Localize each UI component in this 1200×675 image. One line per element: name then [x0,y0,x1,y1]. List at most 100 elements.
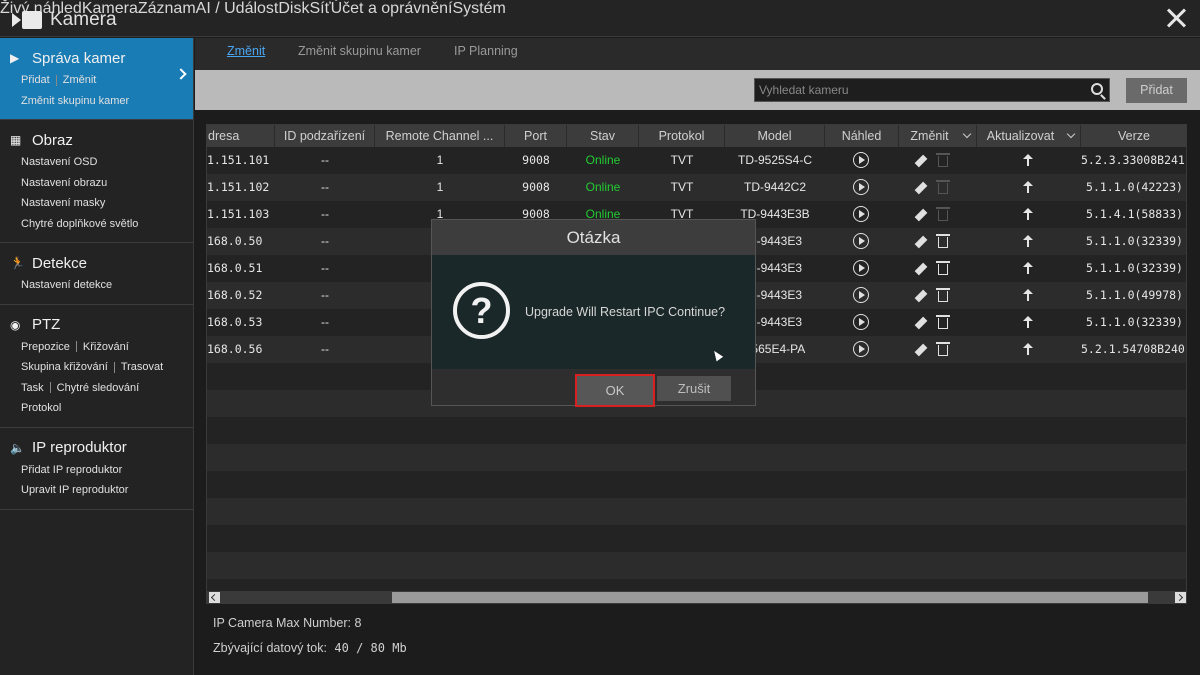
sidebar-item[interactable]: Změnit skupinu kamer [21,95,129,107]
trash-delete-icon [936,180,950,194]
remaining-bitrate: Zbývající datový tok: 40 / 80 Mb [213,641,407,655]
nav-item-ai-event[interactable]: AI / Událost [196,0,279,17]
subtab-ip-planning[interactable]: IP Planning [454,44,518,58]
sidebar-section-header[interactable]: ▦ Obraz [0,128,193,152]
upgrade-arrow-icon[interactable] [1023,343,1033,355]
sidebar-item[interactable]: Chytré sledování [57,382,140,394]
nav-item-system[interactable]: Systém [452,0,505,17]
column-header-preview[interactable]: Náhled [825,125,899,147]
table-header: dresa ID podzařízení Remote Channel ... Por… [207,125,1186,147]
trash-delete-icon[interactable] [936,315,950,329]
sidebar-item[interactable]: Upravit IP reproduktor [21,484,128,496]
camera-icon: ▶ [10,51,20,65]
column-header-sub-id[interactable]: ID podzařízení [275,125,375,147]
column-header-upgrade[interactable]: Aktualizovat [977,125,1081,147]
play-preview-icon[interactable] [853,179,869,195]
upgrade-arrow-icon[interactable] [1023,208,1033,220]
table-row [207,417,1186,444]
play-preview-icon[interactable] [853,314,869,330]
table-row[interactable]: 1.151.102 -- 1 9008 Online TVT TD-9442C2 5.1.1.… [207,174,1186,201]
pencil-edit-icon[interactable] [914,234,929,249]
sidebar-item[interactable]: Chytré doplňkové světlo [21,218,138,230]
pencil-edit-icon[interactable] [914,261,929,276]
play-preview-icon[interactable] [853,260,869,276]
add-button[interactable]: Přidat [1126,78,1187,103]
trash-delete-icon[interactable] [936,234,950,248]
cancel-button[interactable]: Zrušit [657,376,731,401]
sidebar-item[interactable]: Nastavení detekce [21,279,112,291]
upgrade-arrow-icon[interactable] [1023,289,1033,301]
sidebar-item[interactable]: Prepozice [21,341,70,353]
pencil-edit-icon[interactable] [914,180,929,195]
search-input[interactable]: Vyhledat kameru [754,78,1110,102]
sidebar-item[interactable]: Nastavení masky [21,197,105,209]
cell-sub_id: -- [321,153,329,167]
close-icon[interactable] [1165,7,1187,29]
cell-version: 5.1.1.0(32339) [1086,315,1183,329]
column-header-version[interactable]: Verze [1081,125,1186,147]
sidebar-item[interactable]: Křižování [83,341,129,353]
table-row [207,444,1186,471]
sidebar-item[interactable]: Task [21,382,44,394]
cell-version: 5.2.3.33008B241... [1081,153,1186,167]
column-header-status[interactable]: Stav [567,125,639,147]
horizontal-scrollbar[interactable] [207,591,1186,603]
upgrade-arrow-icon[interactable] [1023,235,1033,247]
sidebar-section-header[interactable]: ◉ PTZ [0,313,193,337]
pencil-edit-icon[interactable] [914,342,929,357]
sidebar-item[interactable]: Změnit [63,74,97,86]
pencil-edit-icon[interactable] [914,288,929,303]
pencil-edit-icon[interactable] [914,207,929,222]
column-header-protocol[interactable]: Protokol [639,125,725,147]
play-preview-icon[interactable] [853,206,869,222]
sidebar-section-header[interactable]: ▶ Správa kamer [0,46,193,70]
sidebar-item[interactable]: Přidat IP reproduktor [21,464,122,476]
trash-delete-icon[interactable] [936,342,950,356]
subtab-change-camera-group[interactable]: Změnit skupinu kamer [298,44,421,58]
nav-item-account[interactable]: Účet a oprávnění [331,0,453,17]
play-preview-icon[interactable] [853,287,869,303]
upgrade-arrow-icon[interactable] [1023,316,1033,328]
pencil-edit-icon[interactable] [914,153,929,168]
sidebar-item[interactable]: Přidat [21,74,50,86]
app-title: Kamera [50,9,117,30]
sidebar-item[interactable]: Nastavení obrazu [21,177,107,189]
upgrade-arrow-icon[interactable] [1023,262,1033,274]
trash-delete-icon[interactable] [936,288,950,302]
column-header-port[interactable]: Port [505,125,567,147]
sidebar-section-title: PTZ [32,316,61,333]
sidebar-item[interactable]: Skupina křižování [21,361,108,373]
search-icon[interactable] [1091,83,1103,95]
dialog-title: Otázka [432,220,755,255]
sidebar-item[interactable]: Nastavení OSD [21,156,97,168]
nav-item-network[interactable]: Síť [309,0,330,17]
sub-tabs: Změnit Změnit skupinu kamer IP Planning [195,38,1200,70]
column-header-remote-channel[interactable]: Remote Channel ... [375,125,505,147]
trash-delete-icon[interactable] [936,261,950,275]
upgrade-arrow-icon[interactable] [1023,154,1033,166]
table-row[interactable]: 1.151.101 -- 1 9008 Online TVT TD-9525S4-C 5.2.… [207,147,1186,174]
ok-button[interactable]: OK [575,374,655,407]
play-preview-icon[interactable] [853,341,869,357]
scroll-thumb[interactable] [392,592,1148,603]
pencil-edit-icon[interactable] [914,315,929,330]
play-preview-icon[interactable] [853,152,869,168]
sidebar-item[interactable]: Trasovat [121,361,163,373]
cell-address: 1.151.103 [207,207,270,221]
play-preview-icon[interactable] [853,233,869,249]
sidebar-section-1: ▦ Obraz Nastavení OSD Nastavení obrazu Nasta… [0,120,193,243]
sidebar-item[interactable]: Protokol [21,402,61,414]
cell-protocol: TVT [670,153,694,167]
trash-delete-icon [936,207,950,221]
nav-item-recording[interactable]: Záznam [138,0,196,17]
column-header-address[interactable]: dresa [207,125,275,147]
sidebar-section-header[interactable]: 🔈 IP reproduktor [0,436,193,460]
subtab-change[interactable]: Změnit [227,44,265,58]
column-header-model[interactable]: Model [725,125,825,147]
nav-item-disk[interactable]: Disk [278,0,309,17]
sidebar-section-header[interactable]: 🏃 Detekce [0,251,193,275]
upgrade-arrow-icon[interactable] [1023,181,1033,193]
scroll-right-icon[interactable] [1175,592,1186,603]
column-header-edit[interactable]: Změnit [899,125,977,147]
scroll-left-icon[interactable] [209,592,220,603]
